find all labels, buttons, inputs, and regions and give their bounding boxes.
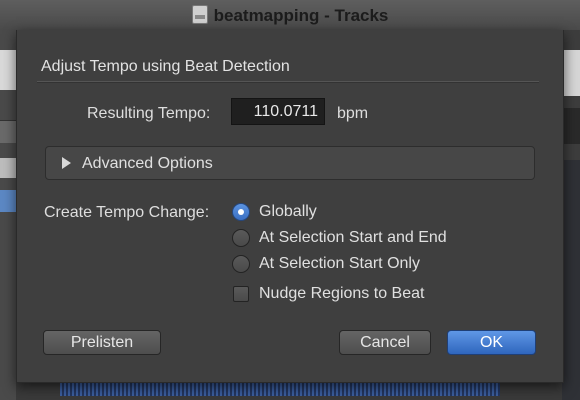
- resulting-tempo-label: Resulting Tempo:: [87, 105, 211, 122]
- background-track-header: [0, 30, 16, 400]
- radio-button[interactable]: [232, 255, 250, 273]
- background-panel: [562, 108, 580, 144]
- resulting-tempo-input[interactable]: [231, 98, 325, 125]
- nudge-regions-label: Nudge Regions to Beat: [259, 285, 425, 302]
- advanced-options-label: Advanced Options: [82, 155, 213, 172]
- tempo-unit-label: bpm: [337, 105, 369, 122]
- background-panel: [562, 50, 580, 96]
- ok-button[interactable]: OK: [447, 330, 536, 355]
- document-icon: [191, 5, 208, 24]
- radio-label-globally: Globally: [259, 203, 317, 220]
- create-tempo-change-label: Create Tempo Change:: [44, 204, 210, 221]
- nudge-regions-checkbox[interactable]: [233, 286, 249, 302]
- advanced-options-disclosure[interactable]: Advanced Options: [45, 146, 535, 180]
- radio-button-selected[interactable]: [232, 203, 250, 221]
- disclosure-triangle-icon: [62, 157, 71, 169]
- window-title-text: beatmapping - Tracks: [213, 6, 389, 25]
- prelisten-button[interactable]: Prelisten: [43, 330, 161, 355]
- cancel-button[interactable]: Cancel: [339, 330, 431, 355]
- window-title: beatmapping - Tracks: [0, 5, 580, 26]
- background-panel: [0, 158, 16, 178]
- app-window: beatmapping - Tracks Adjust Tempo using …: [0, 0, 580, 400]
- radio-label-selection-start-only: At Selection Start Only: [259, 255, 420, 272]
- radio-label-selection-start-end: At Selection Start and End: [259, 229, 447, 246]
- background-waveform: [60, 382, 500, 396]
- background-panel: [0, 50, 16, 90]
- adjust-tempo-dialog: Adjust Tempo using Beat Detection Result…: [16, 30, 564, 383]
- title-bar: beatmapping - Tracks: [0, 0, 580, 31]
- background-panel: [0, 120, 16, 143]
- dialog-title: Adjust Tempo using Beat Detection: [41, 58, 290, 75]
- dialog-divider: [37, 81, 539, 83]
- radio-button[interactable]: [232, 229, 250, 247]
- background-inspector: [562, 30, 580, 400]
- background-panel: [562, 160, 580, 400]
- background-panel: [0, 190, 16, 212]
